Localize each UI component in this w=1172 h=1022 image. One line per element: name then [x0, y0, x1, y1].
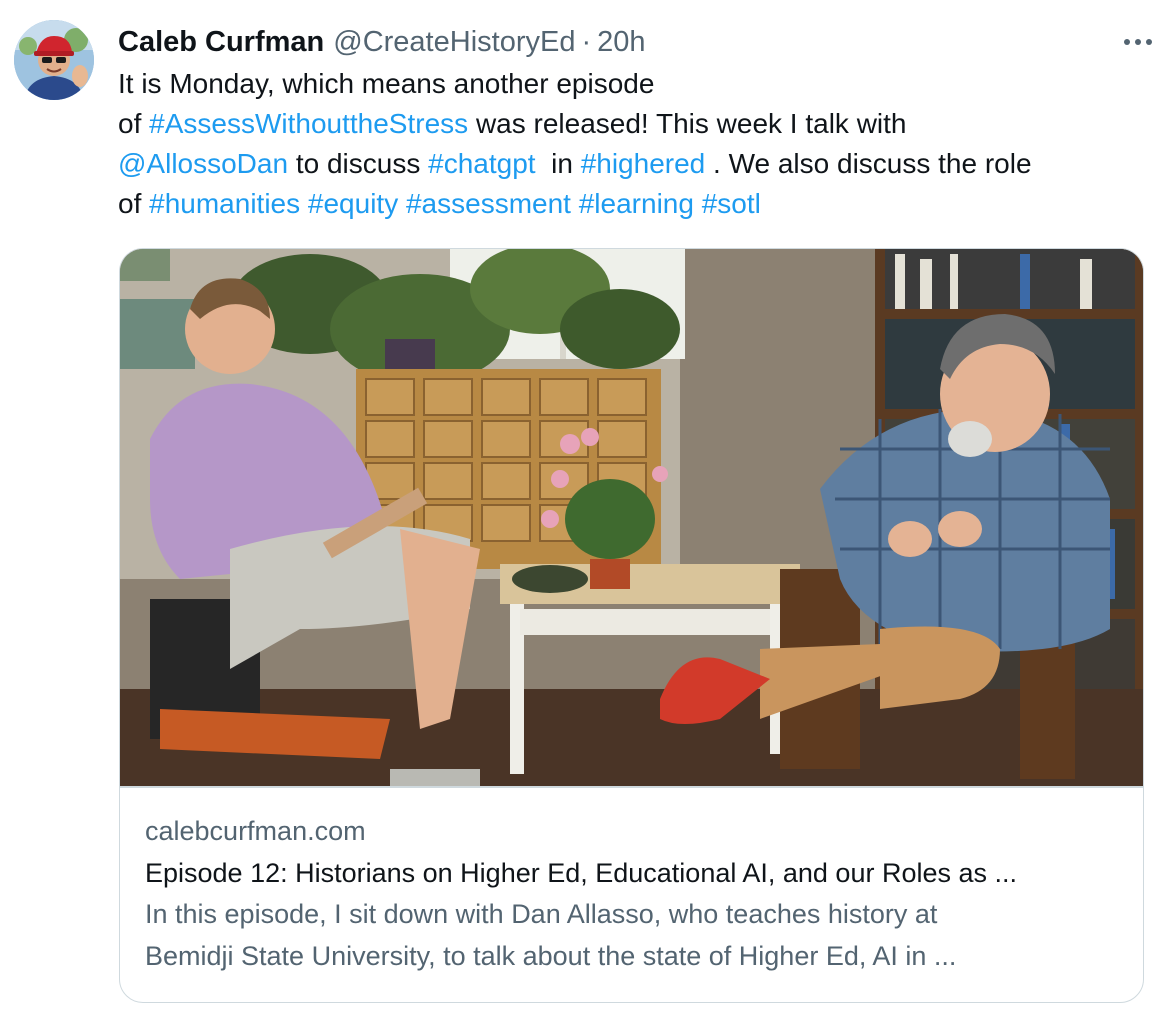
tweet[interactable]: Caleb Curfman @CreateHistoryEd · 20h It … — [0, 0, 1172, 1022]
hashtag-link[interactable]: #humanities — [149, 188, 300, 219]
card-description-line: Bemidji State University, to talk about … — [145, 941, 957, 971]
hashtag-link[interactable]: #learning — [579, 188, 694, 219]
more-horizontal-icon — [1124, 39, 1130, 45]
author-avatar[interactable] — [14, 20, 94, 100]
more-options-button[interactable] — [1118, 24, 1158, 60]
card-description: In this episode, I sit down with Dan All… — [145, 893, 1125, 977]
tweet-text-line: It is Monday, which means another episod… — [118, 64, 1148, 104]
hashtag-link[interactable]: #assessment — [406, 188, 571, 219]
tweet-text-segment — [398, 188, 406, 219]
hashtag-link[interactable]: #sotl — [702, 188, 761, 219]
tweet-timestamp[interactable]: 20h — [597, 22, 645, 62]
card-description-line: In this episode, I sit down with Dan All… — [145, 899, 938, 929]
tweet-text-segment — [300, 188, 308, 219]
tweet-text-segment: of — [118, 108, 150, 139]
author-name[interactable]: Caleb Curfman — [118, 22, 324, 62]
tweet-text-segment — [571, 188, 579, 219]
tweet-text-segment: was released! This week I talk with — [468, 108, 907, 139]
hashtag-link[interactable]: #AssessWithouttheStress — [149, 108, 468, 139]
hashtag-link[interactable]: #chatgpt — [428, 148, 535, 179]
hashtag-link[interactable]: #highered — [581, 148, 706, 179]
card-title: Episode 12: Historians on Higher Ed, Edu… — [145, 858, 1018, 888]
tweet-text-segment: . We also discuss the role — [705, 148, 1032, 179]
tweet-header: Caleb Curfman @CreateHistoryEd · 20h — [118, 22, 646, 62]
tweet-text-segment: of — [118, 188, 150, 219]
hashtag-link[interactable]: #equity — [308, 188, 398, 219]
card-image[interactable] — [120, 249, 1143, 786]
tweet-text-line: @AllossoDan to discuss #chatgpt in #high… — [118, 144, 1148, 184]
card-divider — [120, 786, 1143, 788]
tweet-text-segment: It is Monday, which means another episod… — [118, 68, 655, 99]
tweet-text-segment: in — [535, 148, 581, 179]
tweet-text-segment — [694, 188, 702, 219]
link-card[interactable]: calebcurfman.com Episode 12: Historians … — [119, 248, 1144, 1003]
header-separator: · — [581, 26, 592, 58]
tweet-text-line: of #humanities #equity #assessment #lear… — [118, 184, 1148, 224]
tweet-text-line: of #AssessWithouttheStress was released!… — [118, 104, 1148, 144]
card-domain: calebcurfman.com — [145, 816, 366, 846]
tweet-text: It is Monday, which means another episod… — [118, 64, 1148, 224]
mention-link[interactable]: @AllossoDan — [118, 148, 288, 179]
author-handle[interactable]: @CreateHistoryEd — [333, 22, 575, 62]
tweet-text-segment: to discuss — [288, 148, 429, 179]
card-body[interactable]: calebcurfman.com Episode 12: Historians … — [145, 811, 1125, 977]
